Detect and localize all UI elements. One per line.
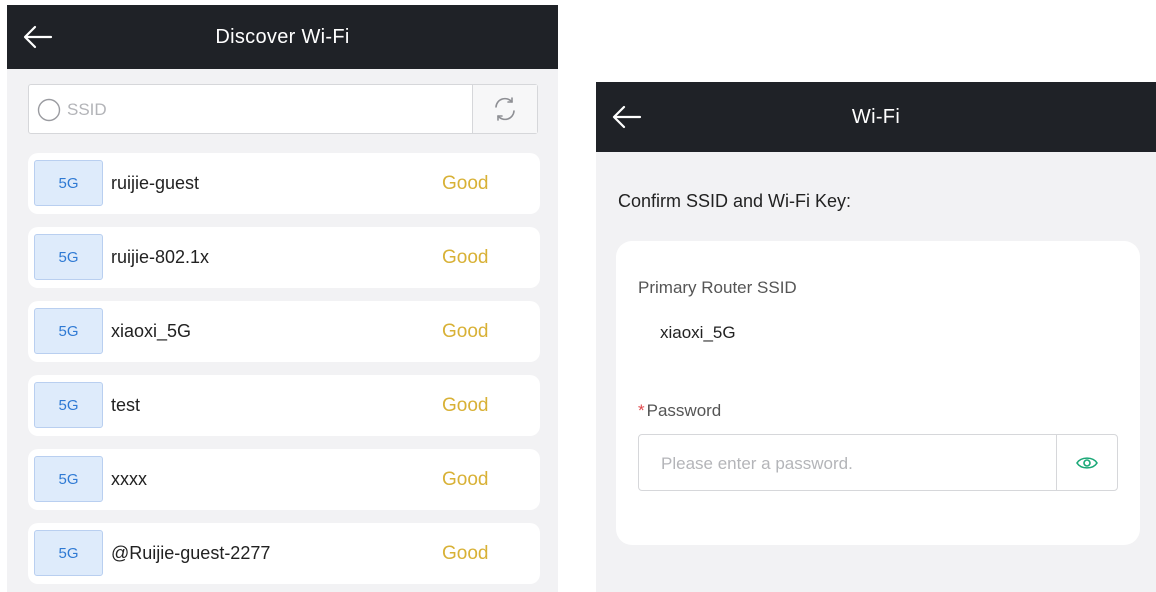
required-mark: * (638, 401, 645, 420)
wifi-network-row[interactable]: 5G ruijie-802.1x Good (28, 227, 540, 288)
wifi-network-row[interactable]: 5G xxxx Good (28, 449, 540, 510)
band-badge: 5G (34, 234, 103, 280)
password-label-text: Password (646, 401, 722, 420)
discover-wifi-screen: Discover Wi-Fi 5G ruijie-guest Good 5G r… (7, 5, 558, 592)
refresh-button[interactable] (472, 85, 537, 133)
search-box (28, 84, 538, 135)
wifi-network-row[interactable]: 5G @Ruijie-guest-2277 Good (28, 523, 540, 584)
section-title: Confirm SSID and Wi-Fi Key: (618, 191, 852, 211)
signal-strength: Good (442, 543, 489, 564)
band-badge: 5G (34, 456, 103, 502)
refresh-icon (495, 97, 515, 121)
signal-strength: Good (442, 395, 489, 416)
eye-icon (1076, 456, 1098, 469)
discover-header: Discover Wi-Fi (7, 5, 558, 69)
wifi-network-row[interactable]: 5G ruijie-guest Good (28, 153, 540, 214)
network-ssid: @Ruijie-guest-2277 (111, 543, 271, 563)
password-field (638, 434, 1118, 492)
wifi-network-list: 5G ruijie-guest Good 5G ruijie-802.1x Go… (28, 153, 540, 592)
band-badge: 5G (34, 160, 103, 206)
password-label: * Password (638, 401, 721, 421)
password-input[interactable] (659, 435, 1053, 492)
wifi-credentials-card: Primary Router SSID xiaoxi_5G * Password (616, 241, 1140, 545)
ssid-label: Primary Router SSID (638, 278, 797, 297)
signal-strength: Good (442, 173, 489, 194)
signal-strength: Good (442, 321, 489, 342)
wifi-network-row[interactable]: 5G test Good (28, 375, 540, 436)
network-ssid: ruijie-802.1x (111, 247, 210, 267)
page-title: Wi-Fi (851, 105, 901, 128)
network-ssid: ruijie-guest (111, 173, 200, 193)
search-input[interactable] (65, 85, 469, 135)
page-title: Discover Wi-Fi (215, 25, 350, 48)
wifi-network-row[interactable]: 5G xiaoxi_5G Good (28, 301, 540, 362)
signal-strength: Good (442, 247, 489, 268)
band-badge: 5G (34, 308, 103, 354)
band-badge: 5G (34, 530, 103, 576)
signal-strength: Good (442, 469, 489, 490)
wifi-header: Wi-Fi (596, 82, 1156, 152)
band-badge: 5G (34, 382, 103, 428)
search-icon (37, 98, 61, 122)
network-ssid: xxxx (111, 469, 147, 489)
network-ssid: xiaoxi_5G (111, 321, 192, 341)
network-ssid: test (111, 395, 141, 415)
wifi-confirm-screen: Wi-Fi Confirm SSID and Wi-Fi Key: Primar… (596, 82, 1156, 592)
ssid-value: xiaoxi_5G (660, 323, 736, 342)
toggle-password-visibility-button[interactable] (1056, 435, 1117, 490)
